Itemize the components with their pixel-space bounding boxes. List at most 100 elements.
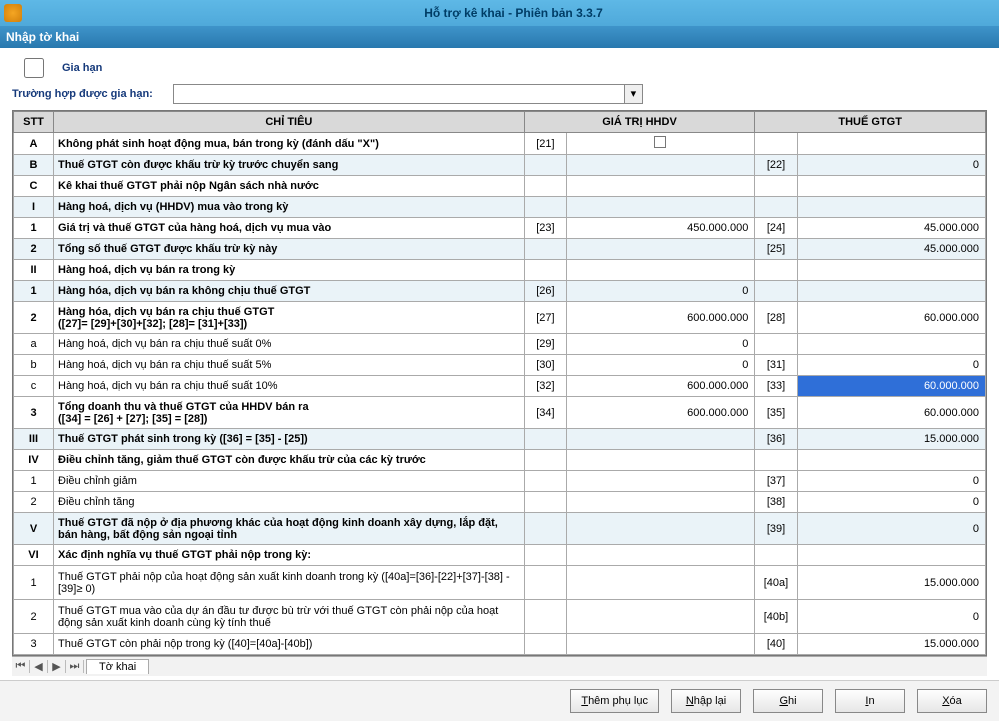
value1[interactable]	[567, 133, 755, 155]
code2: [37]	[755, 471, 797, 492]
save-button[interactable]: Ghi	[753, 689, 823, 713]
code2: [39]	[755, 513, 797, 545]
row-stt: b	[14, 355, 54, 376]
row-label: Thuế GTGT đã nộp ở địa phương khác của h…	[54, 513, 525, 545]
extension-case-select[interactable]: ▾	[173, 84, 643, 104]
value1[interactable]	[567, 566, 755, 600]
table-row: VThuế GTGT đã nộp ở địa phương khác của …	[14, 513, 986, 545]
value1[interactable]	[567, 513, 755, 545]
table-row: AKhông phát sinh hoạt động mua, bán tron…	[14, 133, 986, 155]
value2[interactable]: 15.000.000	[797, 634, 985, 655]
print-button[interactable]: In	[835, 689, 905, 713]
extension-checkbox[interactable]	[24, 58, 44, 78]
value1[interactable]	[567, 545, 755, 566]
top-controls: Gia hạn	[12, 58, 987, 78]
nav-last-icon[interactable]: ⏭	[66, 660, 84, 673]
value2[interactable]	[797, 197, 985, 218]
value1[interactable]	[567, 634, 755, 655]
value1[interactable]	[567, 176, 755, 197]
value2[interactable]	[797, 281, 985, 302]
value1[interactable]	[567, 429, 755, 450]
row-stt: 2	[14, 600, 54, 634]
row-label: Thuế GTGT mua vào của dự án đầu tư được …	[54, 600, 525, 634]
value2[interactable]: 0	[797, 355, 985, 376]
table-row: 2Thuế GTGT mua vào của dự án đầu tư được…	[14, 600, 986, 634]
value2[interactable]	[797, 450, 985, 471]
code1: [26]	[524, 281, 566, 302]
code2: [35]	[755, 397, 797, 429]
row-stt: 3	[14, 634, 54, 655]
col-hhdv: GIÁ TRỊ HHDV	[524, 112, 755, 133]
value1[interactable]	[567, 600, 755, 634]
value2[interactable]: 0	[797, 600, 985, 634]
row-stt: III	[14, 429, 54, 450]
value1[interactable]: 600.000.000	[567, 302, 755, 334]
table-row: BThuế GTGT còn được khấu trừ kỳ trước ch…	[14, 155, 986, 176]
value2[interactable]: 15.000.000	[797, 566, 985, 600]
code1: [32]	[524, 376, 566, 397]
value1[interactable]	[567, 450, 755, 471]
reenter-button[interactable]: Nhập lại	[671, 689, 741, 713]
value1[interactable]	[567, 239, 755, 260]
row-label: Hàng hoá, dịch vụ (HHDV) mua vào trong k…	[54, 197, 525, 218]
value2[interactable]: 15.000.000	[797, 429, 985, 450]
row-label: Điều chỉnh tăng, giảm thuế GTGT còn được…	[54, 450, 525, 471]
value2[interactable]	[797, 545, 985, 566]
value2[interactable]: 60.000.000	[797, 397, 985, 429]
row-label: Kê khai thuế GTGT phải nộp Ngân sách nhà…	[54, 176, 525, 197]
value1[interactable]: 0	[567, 334, 755, 355]
value1[interactable]: 450.000.000	[567, 218, 755, 239]
value1[interactable]: 600.000.000	[567, 397, 755, 429]
value2[interactable]	[797, 334, 985, 355]
table-row: bHàng hoá, dịch vụ bán ra chịu thuế suất…	[14, 355, 986, 376]
row-label: Hàng hóa, dịch vụ bán ra chịu thuế GTGT(…	[54, 302, 525, 334]
code1	[524, 450, 566, 471]
value1[interactable]	[567, 197, 755, 218]
row-stt: A	[14, 133, 54, 155]
nav-first-icon[interactable]: ⏮	[12, 660, 30, 673]
add-appendix-button[interactable]: Thêm phụ lục	[570, 689, 659, 713]
value1[interactable]: 0	[567, 281, 755, 302]
value2[interactable]: 60.000.000	[797, 376, 985, 397]
value2[interactable]: 60.000.000	[797, 302, 985, 334]
code1: [29]	[524, 334, 566, 355]
code1	[524, 155, 566, 176]
value2[interactable]: 0	[797, 492, 985, 513]
code2: [38]	[755, 492, 797, 513]
row-stt: VI	[14, 545, 54, 566]
row-label: Tổng doanh thu và thuế GTGT của HHDV bán…	[54, 397, 525, 429]
row-label: Xác định nghĩa vụ thuế GTGT phải nộp tro…	[54, 545, 525, 566]
table-row: IIIThuế GTGT phát sinh trong kỳ ([36] = …	[14, 429, 986, 450]
nav-prev-icon[interactable]: ◀	[30, 660, 48, 673]
code1: [23]	[524, 218, 566, 239]
value2[interactable]	[797, 133, 985, 155]
row-label: Không phát sinh hoạt động mua, bán trong…	[54, 133, 525, 155]
value2[interactable]: 45.000.000	[797, 218, 985, 239]
value2[interactable]: 0	[797, 513, 985, 545]
value2[interactable]: 45.000.000	[797, 239, 985, 260]
code2: [40a]	[755, 566, 797, 600]
form-area: Gia hạn Trường hợp được gia hạn: ▾ STT C…	[0, 48, 999, 680]
delete-button[interactable]: Xóa	[917, 689, 987, 713]
value2[interactable]: 0	[797, 155, 985, 176]
value2[interactable]: 0	[797, 471, 985, 492]
row-label: Thuế GTGT còn được khấu trừ kỳ trước chu…	[54, 155, 525, 176]
code1	[524, 492, 566, 513]
value1[interactable]	[567, 471, 755, 492]
code2	[755, 133, 797, 155]
value1[interactable]	[567, 155, 755, 176]
value1[interactable]: 0	[567, 355, 755, 376]
sheet-tab-tokhai[interactable]: Tờ khai	[86, 659, 149, 674]
row-stt: B	[14, 155, 54, 176]
nav-next-icon[interactable]: ▶	[48, 660, 66, 673]
value1[interactable]	[567, 260, 755, 281]
declaration-table-wrapper[interactable]: STT CHỈ TIÊU GIÁ TRỊ HHDV THUẾ GTGT AKhô…	[12, 110, 987, 656]
value1[interactable]	[567, 492, 755, 513]
value1[interactable]: 600.000.000	[567, 376, 755, 397]
row-checkbox[interactable]	[654, 136, 666, 148]
value2[interactable]	[797, 260, 985, 281]
value2[interactable]	[797, 176, 985, 197]
table-row: 2Tổng số thuế GTGT được khấu trừ kỳ này[…	[14, 239, 986, 260]
code2	[755, 545, 797, 566]
title-bar: Hỗ trợ kê khai - Phiên bản 3.3.7	[0, 0, 999, 26]
